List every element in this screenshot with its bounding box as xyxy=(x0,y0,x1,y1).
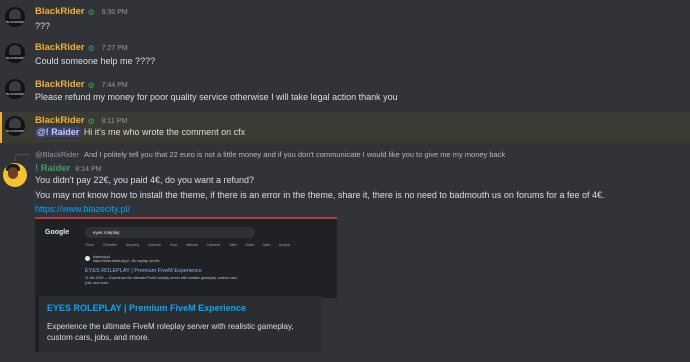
message-body: Hi it's me who wrote the comment on cfx xyxy=(83,127,246,137)
avatar-face xyxy=(8,167,18,179)
message-4: BLACKRIDER BlackRider ⚙ 8:11 PM @! Raider … xyxy=(0,112,690,143)
verified-badge-icon: ⚙ xyxy=(87,44,95,53)
avatar-tag: BLACKRIDER xyxy=(6,129,25,133)
favicon-icon xyxy=(85,256,90,261)
timestamp: 7:27 PM xyxy=(101,45,128,52)
result-description: 11 Nis 2025 — Experience the ultimate Fi… xyxy=(85,276,238,286)
result-desc-line-2: jobs, and more. xyxy=(85,281,110,285)
message-header: BlackRider ⚙ 8:11 PM xyxy=(35,115,127,126)
message-2: BLACKRIDER BlackRider ⚙ 7:27 PM Could some… xyxy=(0,40,690,76)
avatar[interactable]: BLACKRIDER xyxy=(5,116,25,136)
avatar[interactable]: BLACKRIDER xyxy=(5,79,25,99)
message-link[interactable]: https://www.blazecity.pl/ xyxy=(35,204,130,214)
link-embed: EYES ROLEPLAY | Premium FiveM Experience… xyxy=(35,296,321,352)
username[interactable]: BlackRider xyxy=(35,6,85,17)
avatar[interactable] xyxy=(3,163,27,187)
search-bar: eyes roleplay xyxy=(85,227,255,238)
verified-badge-icon: ⚙ xyxy=(87,8,95,17)
avatar[interactable]: BLACKRIDER xyxy=(5,7,25,27)
message-header: BlackRider ⚙ 7:44 PM xyxy=(35,79,128,90)
result-site-url: https://www.blazecity.pl › Bu sayfayı çe… xyxy=(93,259,160,263)
message-1: BLACKRIDER BlackRider ⚙ 6:30 PM ??? xyxy=(0,0,690,40)
reply-text: And I politely tell you that 22 euro is … xyxy=(83,150,506,159)
avatar-tag: BLACKRIDER xyxy=(6,56,25,60)
attached-image[interactable]: Google eyes roleplay Tümü Görseller Alış… xyxy=(35,217,337,298)
username[interactable]: ! Raider xyxy=(35,163,70,174)
message-text: @! Raider Hi it's me who wrote the comme… xyxy=(35,127,245,137)
username[interactable]: BlackRider xyxy=(35,42,85,53)
avatar-tag: BLACKRIDER xyxy=(6,92,25,96)
username[interactable]: BlackRider xyxy=(35,79,85,90)
timestamp: 8:11 PM xyxy=(101,118,128,125)
timestamp: 8:14 PM xyxy=(75,166,102,173)
avatar-figure xyxy=(9,9,21,19)
verified-badge-icon: ⚙ xyxy=(87,81,95,90)
avatar-figure xyxy=(9,118,21,128)
message-text: Please refund my money for poor quality … xyxy=(35,92,398,102)
message-text: Could someone help me ???? xyxy=(35,56,156,66)
user-mention[interactable]: @! Raider xyxy=(35,127,82,137)
timestamp: 7:44 PM xyxy=(101,82,128,89)
embed-title[interactable]: EYES ROLEPLAY | Premium FiveM Experience xyxy=(47,303,246,313)
timestamp: 6:30 PM xyxy=(101,9,128,16)
reply-spine-icon xyxy=(15,154,30,161)
avatar[interactable]: BLACKRIDER xyxy=(5,43,25,63)
google-logo: Google xyxy=(45,229,70,236)
result-site: blazecity.pl https://www.blazecity.pl › … xyxy=(93,255,159,263)
message-header: BlackRider ⚙ 7:27 PM xyxy=(35,42,128,53)
message-header: ! Raider 8:14 PM xyxy=(35,163,101,174)
message-header: BlackRider ⚙ 6:30 PM xyxy=(35,6,128,17)
verified-badge-icon: ⚙ xyxy=(87,117,95,126)
avatar-tag: BLACKRIDER xyxy=(6,20,25,24)
embed-description: Experience the ultimate FiveM roleplay s… xyxy=(47,322,294,342)
username[interactable]: BlackRider xyxy=(35,115,85,126)
avatar-figure xyxy=(9,81,21,91)
reply-reference[interactable]: @BlackRider And I politely tell you that… xyxy=(35,150,505,159)
message-text-line-2: You may not know how to install the them… xyxy=(35,190,605,200)
search-tabs: Tümü Görseller Alışveriş Videolar Kısa v… xyxy=(85,243,291,247)
avatar-figure xyxy=(9,45,21,55)
message-text-line-1: You didn't pay 22€, you paid 4€, do you … xyxy=(35,175,255,185)
reply-user[interactable]: @BlackRider xyxy=(35,150,79,159)
message-text: ??? xyxy=(35,21,51,31)
message-3: BLACKRIDER BlackRider ⚙ 7:44 PM Please ref… xyxy=(0,76,690,112)
result-title: EYES ROLEPLAY | Premium FiveM Experience xyxy=(85,268,202,274)
